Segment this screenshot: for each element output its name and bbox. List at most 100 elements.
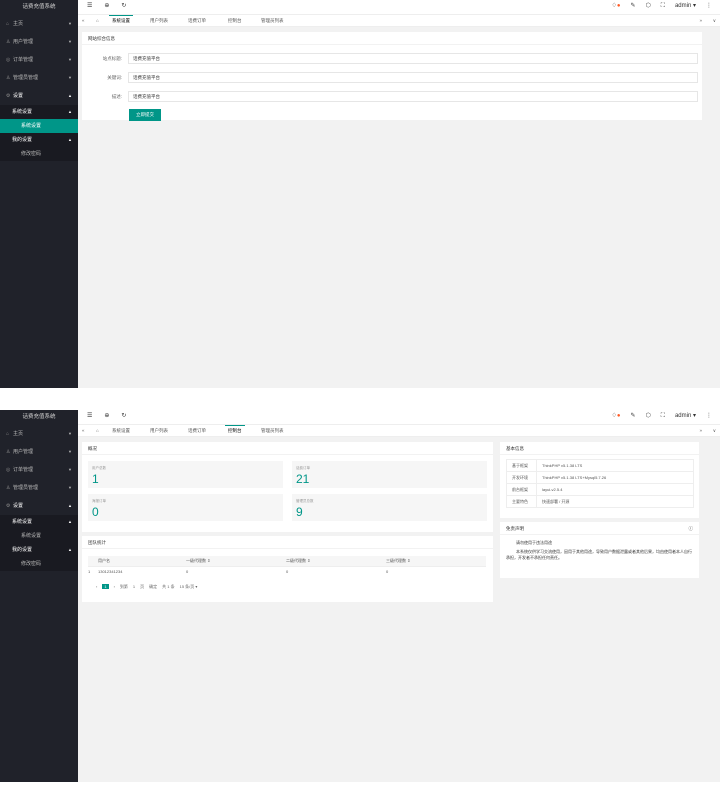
page-size-select[interactable]: 15 条/页 ▾ (180, 584, 198, 589)
stat-user-count[interactable]: 用户总数 1 (88, 461, 283, 488)
sidebar-item-settings[interactable]: ⚙ 设置 ▲ (0, 497, 78, 515)
info-key: 开发环境 (506, 471, 537, 484)
overview-card: 概况 用户总数 1 话费订单 21 海报订单 0 管理员总数 9 (82, 442, 493, 532)
chevron-down-icon: ▼ (68, 485, 72, 490)
tab-phone-orders[interactable]: 话费订单 (188, 428, 206, 434)
home-icon[interactable]: ⌂ (96, 428, 99, 433)
tab-console[interactable]: 控制台 (225, 425, 244, 434)
username-link[interactable]: 13012341234 (98, 566, 186, 577)
theme-icon[interactable]: ✎ (630, 3, 635, 9)
submit-button[interactable]: 立即提交 (129, 109, 161, 121)
notification-icon[interactable]: ♢● (611, 413, 620, 419)
menu-toggle-icon[interactable]: ☰ (87, 413, 92, 419)
stat-phone-orders[interactable]: 话费订单 21 (292, 461, 487, 488)
tabs-left-icon[interactable]: « (82, 18, 85, 23)
admin-menu[interactable]: admin ▾ (675, 3, 696, 9)
tab-admin-list[interactable]: 管理员列表 (261, 18, 284, 24)
sidebar-item-settings[interactable]: ⚙ 设置 ▲ (0, 87, 78, 105)
sidebar-item-website-settings[interactable]: 系统设置 (0, 529, 78, 543)
chevron-down-icon: ▼ (68, 467, 72, 472)
card-title: 网站综合信息 (82, 32, 702, 45)
info-value: ThinkPHP v5.1.38 LTS (536, 459, 694, 472)
tab-bar: « ⌂ 系统设置 用户列表 话费订单 控制台 管理员列表 » ∨ (78, 15, 720, 27)
screen-console: 话费充值系统 ⌂ 主页 ▼ ♙ 用户管理 ▼ ◎ 订单管理 ▼ ♙ 管理员管理 ▼ ⚙ 设置 ▲ 系… (0, 410, 720, 782)
more-icon[interactable]: ⋮ (706, 3, 712, 9)
stat-admin-count[interactable]: 管理员总数 9 (292, 494, 487, 521)
sidebar-item-change-password[interactable]: 修改密码 (0, 147, 78, 161)
sidebar-item-admins[interactable]: ♙ 管理员管理 ▼ (0, 479, 78, 497)
chevron-down-icon[interactable]: ∨ (713, 18, 716, 24)
tab-console[interactable]: 控制台 (228, 18, 242, 24)
fullscreen-icon[interactable]: ⛶ (661, 413, 665, 419)
sidebar-item-system-settings[interactable]: 系统设置 ▲ (0, 105, 78, 119)
sidebar-item-orders[interactable]: ◎ 订单管理 ▼ (0, 51, 78, 69)
chevron-down-icon: ▼ (68, 39, 72, 44)
total-count: 共 1 条 (162, 584, 175, 589)
admin-icon: ♙ (6, 485, 11, 491)
lock-icon[interactable]: ⬡ (646, 3, 651, 9)
row-index: 1 (88, 569, 91, 575)
col-level3[interactable]: 三级代理数 ⇕ (386, 556, 486, 567)
sidebar-item-users[interactable]: ♙ 用户管理 ▼ (0, 443, 78, 461)
tab-user-list[interactable]: 用户列表 (150, 428, 168, 434)
stat-poster-orders[interactable]: 海报订单 0 (88, 494, 283, 521)
home-icon: ⌂ (6, 431, 10, 437)
tab-system-settings[interactable]: 系统设置 (112, 428, 130, 434)
chevron-up-icon: ▲ (68, 93, 72, 98)
sidebar-item-users[interactable]: ♙ 用户管理 ▼ (0, 33, 78, 51)
tab-admin-list[interactable]: 管理员列表 (261, 428, 284, 434)
notification-icon[interactable]: ♢● (611, 3, 620, 9)
sidebar-item-home[interactable]: ⌂ 主页 ▼ (0, 425, 78, 443)
col-level1[interactable]: 一级代理数 ⇕ (186, 556, 286, 567)
sidebar-item-admins[interactable]: ♙ 管理员管理 ▼ (0, 69, 78, 87)
site-title-input[interactable]: 话费充值平台 (128, 53, 698, 64)
menu-toggle-icon[interactable]: ☰ (87, 3, 92, 9)
sidebar-item-my-settings[interactable]: 我的设置 ▲ (0, 543, 78, 557)
tab-phone-orders[interactable]: 话费订单 (188, 18, 206, 24)
tab-user-list[interactable]: 用户列表 (150, 18, 168, 24)
globe-icon[interactable]: ⊕ (104, 3, 109, 9)
disclaimer-text: 本系统仅供学习交流使用，因用于其他用途，导致用户数据泄露或者其他后果，均由使用者… (506, 549, 692, 560)
sidebar-item-orders[interactable]: ◎ 订单管理 ▼ (0, 461, 78, 479)
refresh-icon[interactable]: ↻ (121, 3, 126, 9)
page-input[interactable]: 1 (133, 584, 135, 589)
page-unit: 页 (140, 584, 145, 589)
info-value: ThinkPHP v5.1.38 LTS+Mysql5.7.26 (536, 471, 694, 484)
sidebar-item-home[interactable]: ⌂ 主页 ▼ (0, 15, 78, 33)
admin-icon: ♙ (6, 75, 11, 81)
tabs-left-icon[interactable]: « (82, 428, 85, 433)
tabs-right-icon[interactable]: » (699, 428, 702, 433)
chevron-down-icon: ▼ (68, 431, 72, 436)
home-icon[interactable]: ⌂ (96, 18, 99, 23)
sidebar-item-my-settings[interactable]: 我的设置 ▲ (0, 133, 78, 147)
tabs-right-icon[interactable]: » (699, 18, 702, 23)
tab-system-settings[interactable]: 系统设置 (109, 15, 133, 24)
main-content: 网站综合信息 站点标题: 话费充值平台 关键词: 话费充值平台 描述: 话费充值平台 … (78, 27, 706, 388)
basic-info-table: 基于框架 ThinkPHP v5.1.38 LTS 开发环境 ThinkPHP v5… (506, 459, 694, 508)
description-input[interactable]: 话费充值平台 (128, 91, 698, 102)
next-page-button[interactable]: › (114, 584, 115, 589)
page-1-button[interactable]: 1 (102, 584, 109, 589)
chevron-down-icon[interactable]: ∨ (713, 428, 716, 434)
refresh-icon[interactable]: ↻ (121, 413, 126, 419)
basic-info-card: 基本信息 基于框架 ThinkPHP v5.1.38 LTS 开发环境 ThinkP… (500, 442, 699, 518)
app-logo: 话费充值系统 (0, 410, 78, 425)
more-icon[interactable]: ⋮ (706, 413, 712, 419)
sidebar-item-system-settings[interactable]: 系统设置 ▲ (0, 515, 78, 529)
gear-icon: ⚙ (6, 93, 11, 99)
info-value: 快速部署 / 开源 (536, 495, 694, 508)
fullscreen-icon[interactable]: ⛶ (661, 3, 665, 9)
chevron-up-icon: ▲ (68, 109, 72, 114)
keywords-input[interactable]: 话费充值平台 (128, 72, 698, 83)
table-row: 1 13012341234 0 0 0 (88, 566, 486, 577)
sidebar-item-change-password[interactable]: 修改密码 (0, 557, 78, 571)
col-level2[interactable]: 二级代理数 ⇕ (286, 556, 386, 567)
user-icon: ♙ (6, 39, 11, 45)
goto-confirm-button[interactable]: 确定 (149, 584, 157, 589)
theme-icon[interactable]: ✎ (630, 413, 635, 419)
lock-icon[interactable]: ⬡ (646, 413, 651, 419)
sidebar-item-website-settings[interactable]: 系统设置 (0, 119, 78, 133)
globe-icon[interactable]: ⊕ (104, 413, 109, 419)
admin-menu[interactable]: admin ▾ (675, 413, 696, 419)
prev-page-button[interactable]: ‹ (96, 584, 97, 589)
